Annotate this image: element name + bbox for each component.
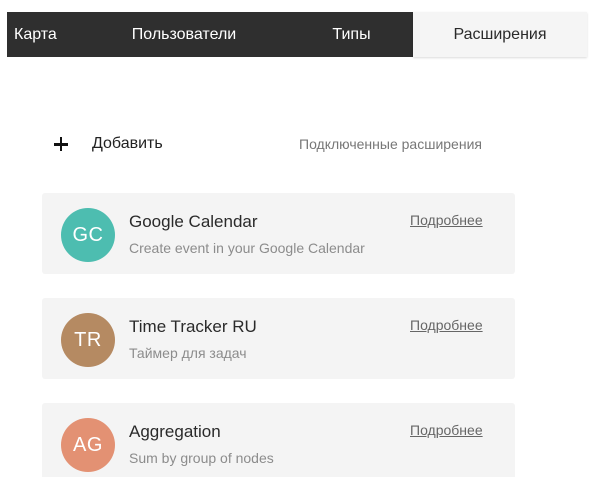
extension-description: Sum by group of nodes <box>129 450 274 466</box>
extension-card[interactable]: GC Google Calendar Create event in your … <box>42 193 515 274</box>
extension-avatar: GC <box>61 208 115 262</box>
extension-card[interactable]: AG Aggregation Sum by group of nodes Под… <box>42 403 515 477</box>
tab-types[interactable]: Типы <box>309 12 394 57</box>
extension-title: Aggregation <box>129 422 221 441</box>
add-extension-button[interactable]: Добавить <box>54 130 163 158</box>
tab-bar: Карта Пользователи Типы Расширения <box>7 12 587 57</box>
extension-description: Таймер для задач <box>129 345 247 361</box>
extension-avatar: AG <box>61 418 115 472</box>
extension-title: Time Tracker RU <box>129 317 257 336</box>
connected-extensions-link[interactable]: Подключенные расширения <box>299 136 482 152</box>
details-link[interactable]: Подробнее <box>410 212 483 228</box>
details-link[interactable]: Подробнее <box>410 422 483 438</box>
extension-title: Google Calendar <box>129 212 258 231</box>
tab-map[interactable]: Карта <box>7 12 77 57</box>
plus-icon <box>54 137 68 151</box>
add-label: Добавить <box>92 135 163 152</box>
tab-extensions[interactable]: Расширения <box>413 12 587 57</box>
extension-avatar: TR <box>61 313 115 367</box>
extension-card[interactable]: TR Time Tracker RU Таймер для задач Подр… <box>42 298 515 379</box>
extension-description: Create event in your Google Calendar <box>129 240 365 256</box>
tab-users[interactable]: Пользователи <box>104 12 264 57</box>
details-link[interactable]: Подробнее <box>410 317 483 333</box>
